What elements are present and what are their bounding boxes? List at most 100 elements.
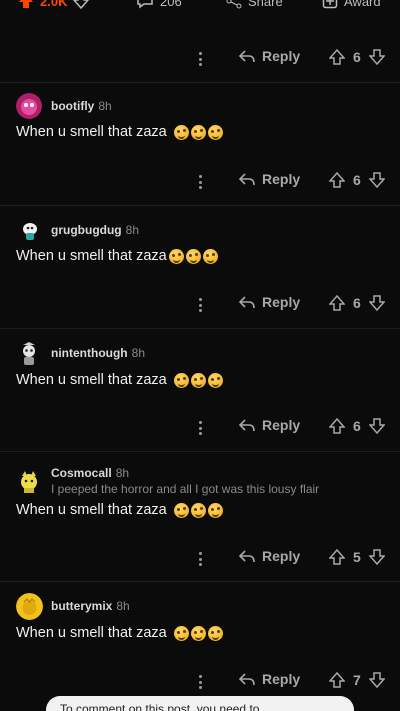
- comment-divider: [0, 205, 400, 206]
- comment-divider: [0, 82, 400, 83]
- comment-vote: 6: [329, 417, 385, 435]
- more-options-icon[interactable]: [193, 50, 207, 68]
- woozy-face-emoji: [173, 372, 189, 388]
- vote-count: 6: [353, 49, 361, 65]
- reply-icon: [238, 673, 255, 686]
- user-avatar[interactable]: [16, 340, 42, 366]
- reply-button[interactable]: Reply: [238, 417, 300, 433]
- post-comments-button[interactable]: 206: [136, 0, 182, 9]
- downvote-icon[interactable]: [368, 171, 385, 189]
- username[interactable]: nintenthough: [51, 346, 128, 360]
- post-upvote-button[interactable]: 2.0K: [18, 0, 90, 9]
- comment-actions: Reply 6: [0, 417, 400, 441]
- user-avatar[interactable]: [16, 468, 42, 494]
- join-toast-text: To comment on this post, you need to ...: [60, 702, 273, 711]
- comment-time: 8h: [98, 99, 112, 113]
- post-upvote-count: 2.0K: [40, 0, 68, 9]
- post-award-label: Award: [344, 0, 381, 9]
- user-avatar[interactable]: [16, 217, 42, 243]
- woozy-face-emoji: [173, 625, 189, 641]
- woozy-face-emoji: [207, 124, 223, 140]
- post-share-label: Share: [248, 0, 283, 9]
- vote-count: 6: [353, 295, 361, 311]
- downvote-icon[interactable]: [368, 294, 385, 312]
- comment-divider: [0, 451, 400, 452]
- username[interactable]: Cosmocall: [51, 466, 112, 480]
- comment-time: 8h: [116, 599, 130, 613]
- woozy-face-emoji: [173, 124, 189, 140]
- comment-vote: 6: [329, 294, 385, 312]
- reply-button[interactable]: Reply: [238, 548, 300, 564]
- comment-time: 8h: [115, 466, 130, 480]
- post-award-button[interactable]: Award: [322, 0, 381, 9]
- comment-text: When u smell that zaza: [16, 248, 167, 264]
- comment-divider: [0, 328, 400, 329]
- comment-meta: butterymix 8h: [51, 599, 130, 613]
- upvote-icon[interactable]: [329, 48, 345, 66]
- reply-button[interactable]: Reply: [238, 171, 300, 187]
- comment-meta: nintenthough 8h: [51, 346, 145, 360]
- comment-text: When u smell that zaza: [16, 372, 167, 388]
- reply-button[interactable]: Reply: [238, 294, 300, 310]
- reply-icon: [238, 296, 255, 309]
- username[interactable]: bootifly: [51, 99, 94, 113]
- comment-vote: 5: [329, 548, 385, 566]
- comment-text: When u smell that zaza: [16, 124, 167, 140]
- comment-time: 8h: [131, 346, 145, 360]
- upvote-icon: [19, 0, 33, 8]
- downvote-icon[interactable]: [368, 48, 385, 66]
- post-action-bar: 2.0K 206 Share Award: [0, 0, 400, 14]
- user-avatar[interactable]: [16, 593, 43, 620]
- more-options-icon[interactable]: [193, 296, 207, 314]
- username[interactable]: grugbugdug: [51, 223, 122, 237]
- reply-label: Reply: [262, 294, 301, 310]
- reply-button[interactable]: Reply: [238, 671, 300, 687]
- award-icon: [322, 0, 338, 9]
- upvote-icon[interactable]: [329, 294, 345, 312]
- comment-meta: bootifly 8h: [51, 99, 112, 113]
- user-avatar[interactable]: [16, 93, 42, 119]
- woozy-face-emoji: [168, 248, 184, 264]
- upvote-icon[interactable]: [329, 548, 345, 566]
- upvote-icon[interactable]: [329, 171, 345, 189]
- username[interactable]: butterymix: [51, 599, 112, 613]
- comment-actions: Reply 5: [0, 548, 400, 572]
- woozy-face-emoji: [190, 372, 206, 388]
- more-options-icon[interactable]: [193, 550, 207, 568]
- user-flair: I peeped the horror and all I got was th…: [51, 482, 320, 496]
- more-options-icon[interactable]: [193, 673, 207, 691]
- comment-actions: Reply 7: [0, 671, 400, 695]
- downvote-icon[interactable]: [368, 417, 385, 435]
- downvote-icon[interactable]: [368, 671, 385, 689]
- comment-divider: [0, 581, 400, 582]
- comment-actions: Reply 6: [0, 294, 400, 318]
- post-share-button[interactable]: Share: [226, 0, 283, 9]
- upvote-icon[interactable]: [329, 417, 345, 435]
- woozy-face-emoji: [173, 502, 189, 518]
- comment-text: When u smell that zaza: [16, 502, 167, 518]
- reply-button[interactable]: Reply: [238, 48, 300, 64]
- reply-icon: [238, 550, 255, 563]
- downvote-icon[interactable]: [73, 0, 90, 9]
- reply-label: Reply: [262, 48, 301, 64]
- join-toast[interactable]: To comment on this post, you need to ...: [46, 696, 354, 711]
- comment-vote: 7: [329, 671, 385, 689]
- reply-icon: [238, 419, 255, 432]
- upvote-icon[interactable]: [329, 671, 345, 689]
- woozy-face-emoji: [207, 372, 223, 388]
- downvote-icon[interactable]: [368, 548, 385, 566]
- reply-icon: [238, 173, 255, 186]
- reply-icon: [238, 50, 255, 63]
- comment-actions: Reply 6: [0, 171, 400, 195]
- vote-count: 6: [353, 172, 361, 188]
- comment-text-row: When u smell that zaza: [16, 625, 223, 641]
- more-options-icon[interactable]: [193, 419, 207, 437]
- woozy-face-emoji: [185, 248, 201, 264]
- woozy-face-emoji: [190, 502, 206, 518]
- comment-text-row: When u smell that zaza: [16, 502, 223, 518]
- vote-count: 5: [353, 549, 361, 565]
- reply-label: Reply: [262, 171, 301, 187]
- post-comment-count: 206: [160, 0, 182, 9]
- comment-text: When u smell that zaza: [16, 625, 167, 641]
- more-options-icon[interactable]: [193, 173, 207, 191]
